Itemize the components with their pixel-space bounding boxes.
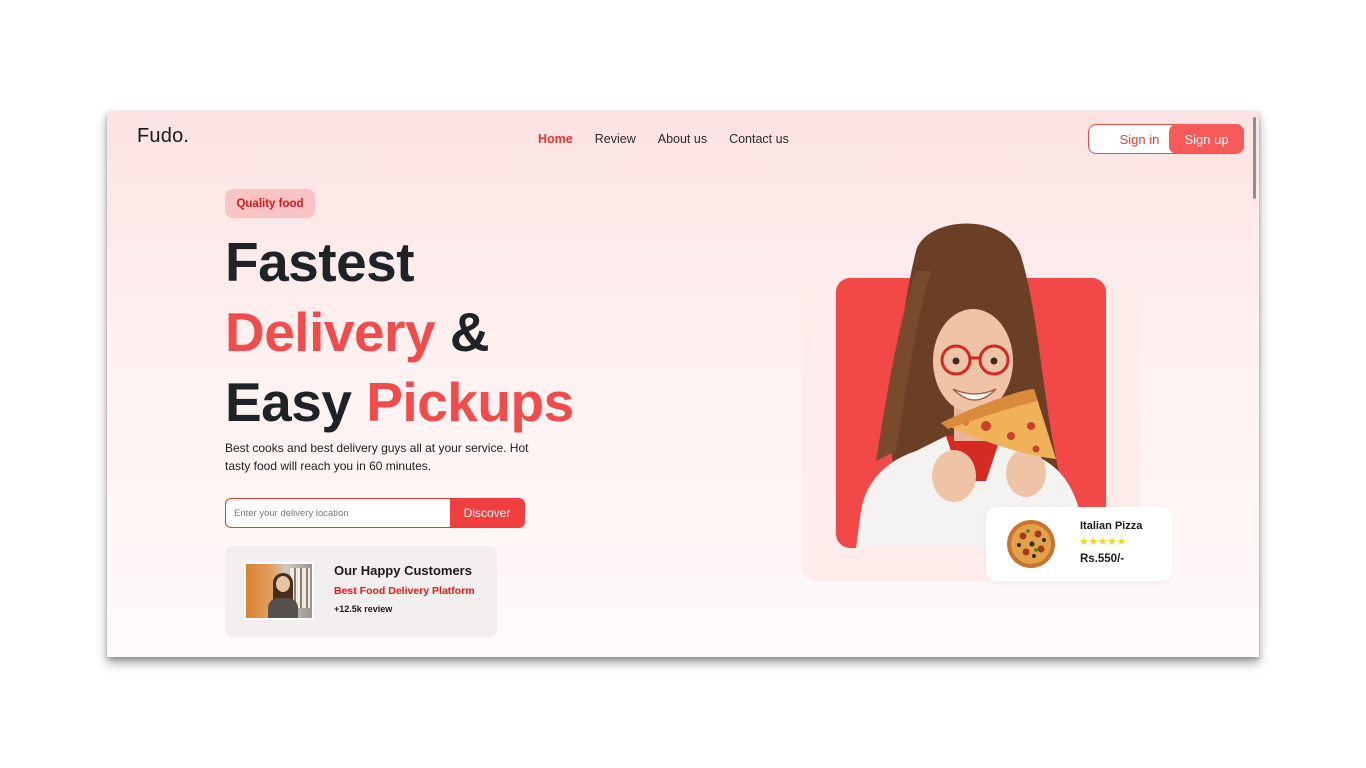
scrollbar[interactable] xyxy=(1253,117,1256,199)
happy-customers-card: Our Happy Customers Best Food Delivery P… xyxy=(225,546,497,637)
browser-page: Fudo. Home Review About us Contact us Si… xyxy=(107,111,1259,657)
review-count: +12.5k review xyxy=(334,604,393,614)
discover-button[interactable]: Discover xyxy=(450,499,524,527)
delivery-search: Discover xyxy=(225,498,525,528)
sign-up-button[interactable]: Sign up xyxy=(1169,124,1244,154)
nav-about-link[interactable]: About us xyxy=(658,132,707,146)
customers-title: Our Happy Customers xyxy=(334,563,472,578)
pizza-icon xyxy=(1007,520,1055,568)
product-name: Italian Pizza xyxy=(1080,520,1143,532)
customer-photo xyxy=(244,562,314,620)
product-card[interactable]: Italian Pizza ★★★★★ Rs.550/- xyxy=(986,507,1172,581)
rating-stars-icon: ★★★★★ xyxy=(1079,536,1126,548)
product-price: Rs.550/- xyxy=(1080,553,1125,565)
headline-easy: Easy xyxy=(225,371,352,433)
headline-line-2: Delivery & xyxy=(225,297,574,367)
headline-line-1: Fastest xyxy=(225,231,415,293)
headline-ampersand: & xyxy=(449,301,490,363)
headline-delivery: Delivery xyxy=(225,301,436,363)
nav-home-link[interactable]: Home xyxy=(538,132,573,146)
woman-eating-pizza-image xyxy=(856,223,1086,548)
hero-description: Best cooks and best delivery guys all at… xyxy=(225,441,529,473)
site-logo[interactable]: Fudo. xyxy=(137,125,189,148)
hero-headline: Fastest Delivery & Easy Pickups xyxy=(225,227,574,437)
main-nav: Home Review About us Contact us xyxy=(538,132,789,146)
nav-contact-link[interactable]: Contact us xyxy=(729,132,789,146)
nav-review-link[interactable]: Review xyxy=(595,132,636,146)
headline-pickups: Pickups xyxy=(366,371,574,433)
headline-line-3: Easy Pickups xyxy=(225,367,574,437)
customers-subtitle: Best Food Delivery Platform xyxy=(334,585,475,597)
quality-food-badge: Quality food xyxy=(225,189,315,218)
delivery-location-input[interactable] xyxy=(226,499,450,527)
